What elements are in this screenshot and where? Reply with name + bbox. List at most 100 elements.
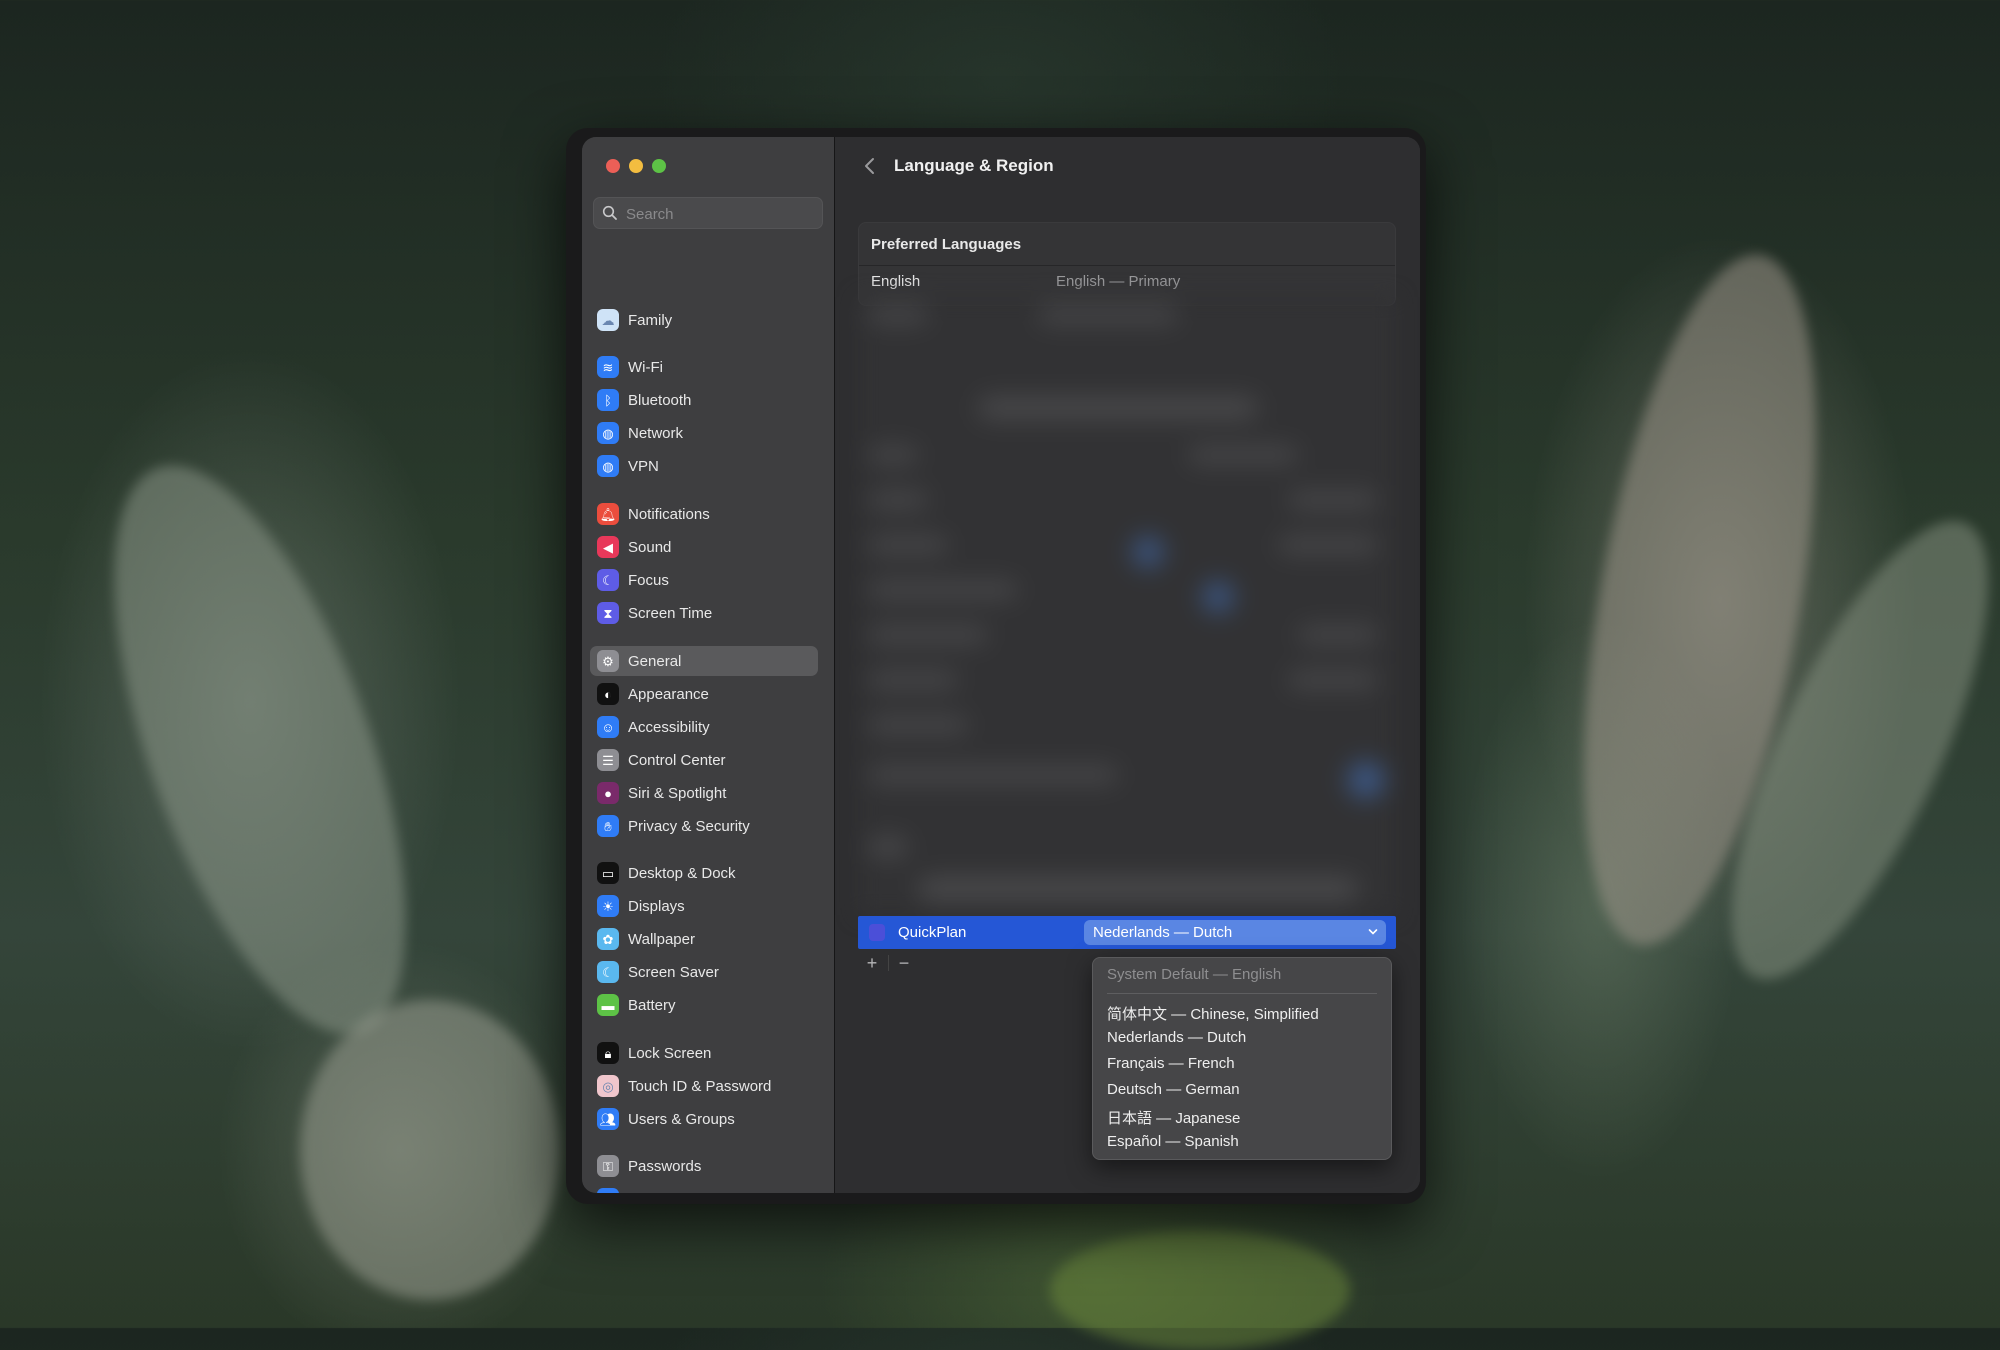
general-gear-icon: ⚙ xyxy=(597,650,619,672)
sidebar-item-label: Touch ID & Password xyxy=(628,1077,772,1095)
sidebar-item-label: Desktop & Dock xyxy=(628,864,736,882)
sidebar-item-label: Screen Time xyxy=(628,604,713,622)
sidebar-item-sound[interactable]: ◀ Sound xyxy=(590,532,818,562)
sidebar-item-touch-id-password[interactable]: ◎ Touch ID & Password xyxy=(590,1071,818,1101)
focus-moon-icon: ☾ xyxy=(597,569,619,591)
sidebar-item-notifications[interactable]: 🔔︎ Notifications xyxy=(590,499,818,529)
wallpaper-grass xyxy=(54,430,466,1070)
search-field[interactable] xyxy=(593,197,823,230)
accessibility-icon: ☺ xyxy=(597,716,619,738)
sidebar-item-users-groups[interactable]: 👥︎ Users & Groups xyxy=(590,1104,818,1134)
app-language-selected: Nederlands — Dutch xyxy=(1093,924,1233,941)
sidebar-item-label: Focus xyxy=(628,571,669,589)
blurred-content xyxy=(858,297,1396,915)
popup-item-chinese[interactable]: 简体中文 — Chinese, Simplified xyxy=(1107,1003,1319,1024)
sidebar-item-label: Accessibility xyxy=(628,718,710,736)
sidebar-item-label: Network xyxy=(628,424,684,442)
sidebar: ☁ Family ≋ Wi-Fi ᛒ Bluetooth ◍ Network ◍ VPN 🔔︎ Not… xyxy=(582,137,835,1193)
wallpaper-grass xyxy=(1050,1230,1350,1350)
sidebar-item-siri-spotlight[interactable]: ● Siri & Spotlight xyxy=(590,778,818,808)
privacy-hand-icon: ✋︎ xyxy=(597,815,619,837)
touch-id-fingerprint-icon: ◎ xyxy=(597,1075,619,1097)
divider xyxy=(859,265,1395,266)
sidebar-item-network[interactable]: ◍ Network xyxy=(590,418,818,448)
chevron-down-icon xyxy=(1368,929,1378,935)
search-input[interactable] xyxy=(624,198,818,230)
sidebar-item-label: Wallpaper xyxy=(628,930,695,948)
sidebar-item-screen-saver[interactable]: ☾ Screen Saver xyxy=(590,957,818,987)
sidebar-item-label: Lock Screen xyxy=(628,1044,712,1062)
language-name[interactable]: English xyxy=(871,273,920,290)
sidebar-item-label: Family xyxy=(628,311,673,329)
sidebar-item-label: General xyxy=(628,652,682,670)
control-center-icon: ☰ xyxy=(597,749,619,771)
app-language-row[interactable]: QuickPlan Nederlands — Dutch xyxy=(858,916,1396,949)
sidebar-item-label: Users & Groups xyxy=(628,1110,735,1128)
users-groups-icon: 👥︎ xyxy=(597,1108,619,1130)
divider xyxy=(1107,993,1377,994)
back-chevron-icon[interactable] xyxy=(859,154,881,178)
popup-item-system-default: System Default — English xyxy=(1107,966,1282,983)
sidebar-item-label: Bluetooth xyxy=(628,391,692,409)
sidebar-item-label: Wi-Fi xyxy=(628,358,663,376)
sidebar-item-privacy-security[interactable]: ✋︎ Privacy & Security xyxy=(590,811,818,841)
sidebar-item-label: Battery xyxy=(628,996,676,1014)
sidebar-item-label: Control Center xyxy=(628,751,726,769)
sidebar-item-vpn[interactable]: ◍ VPN xyxy=(590,451,818,481)
app-language-dropdown[interactable]: Nederlands — Dutch xyxy=(1084,920,1386,945)
sidebar-item-label: VPN xyxy=(628,457,659,475)
wifi-icon: ≋ xyxy=(597,356,619,378)
language-popup-menu: System Default — English 简体中文 — Chinese,… xyxy=(1092,957,1392,1160)
sidebar-item-passwords[interactable]: ⚿ Passwords xyxy=(590,1151,818,1181)
popup-item-french[interactable]: Français — French xyxy=(1107,1055,1235,1072)
divider xyxy=(888,955,889,971)
sidebar-item-lock-screen[interactable]: 🔒︎ Lock Screen xyxy=(590,1038,818,1068)
sound-speaker-icon: ◀ xyxy=(597,536,619,558)
network-globe-icon: ◍ xyxy=(597,422,619,444)
add-button[interactable]: + xyxy=(862,953,882,973)
sidebar-item-battery[interactable]: ▬ Battery xyxy=(590,990,818,1020)
popup-item-dutch[interactable]: Nederlands — Dutch xyxy=(1107,1029,1246,1046)
popup-item-spanish[interactable]: Español — Spanish xyxy=(1107,1133,1239,1150)
sidebar-item-accessibility[interactable]: ☺ Accessibility xyxy=(590,712,818,742)
sidebar-item-screen-time[interactable]: ⧗ Screen Time xyxy=(590,598,818,628)
sidebar-item-wallpaper[interactable]: ✿ Wallpaper xyxy=(590,924,818,954)
screen-saver-icon: ☾ xyxy=(597,961,619,983)
sidebar-item-label: Notifications xyxy=(628,505,710,523)
vpn-globe-icon: ◍ xyxy=(597,455,619,477)
wallpaper-grass xyxy=(300,1000,560,1300)
sidebar-item-focus[interactable]: ☾ Focus xyxy=(590,565,818,595)
sidebar-item-displays[interactable]: ☀ Displays xyxy=(590,891,818,921)
maximize-button[interactable] xyxy=(652,159,666,173)
sidebar-item-general[interactable]: ⚙ General xyxy=(590,646,818,676)
app-name: QuickPlan xyxy=(898,924,967,941)
popup-item-japanese[interactable]: 日本語 — Japanese xyxy=(1107,1107,1240,1128)
partial-item-icon xyxy=(597,1188,619,1193)
sidebar-item-bluetooth[interactable]: ᛒ Bluetooth xyxy=(590,385,818,415)
sidebar-item-appearance[interactable]: ◐ Appearance xyxy=(590,679,818,709)
sidebar-item-partial[interactable] xyxy=(590,1184,818,1193)
sidebar-item-desktop-dock[interactable]: ▭ Desktop & Dock xyxy=(590,858,818,888)
lock-screen-icon: 🔒︎ xyxy=(597,1042,619,1064)
close-button[interactable] xyxy=(606,159,620,173)
sidebar-item-label: Screen Saver xyxy=(628,963,719,981)
language-value: English — Primary xyxy=(1056,273,1181,290)
sidebar-item-label: Siri & Spotlight xyxy=(628,784,727,802)
bluetooth-icon: ᛒ xyxy=(597,389,619,411)
minimize-button[interactable] xyxy=(629,159,643,173)
notifications-bell-icon: 🔔︎ xyxy=(597,503,619,525)
page-title: Language & Region xyxy=(894,156,1054,175)
passwords-key-icon: ⚿ xyxy=(597,1155,619,1177)
sidebar-item-family[interactable]: ☁ Family xyxy=(590,305,818,335)
quickplan-app-icon xyxy=(869,924,885,941)
sidebar-item-label: Passwords xyxy=(628,1157,702,1175)
popup-item-german[interactable]: Deutsch — German xyxy=(1107,1081,1240,1098)
preferred-languages-card: Preferred Languages English English — Pr… xyxy=(858,222,1396,306)
sidebar-item-wi-fi[interactable]: ≋ Wi-Fi xyxy=(590,352,818,382)
displays-sun-icon: ☀ xyxy=(597,895,619,917)
family-icon: ☁ xyxy=(597,309,619,331)
siri-icon: ● xyxy=(597,782,619,804)
desktop-dock-icon: ▭ xyxy=(597,862,619,884)
sidebar-item-control-center[interactable]: ☰ Control Center xyxy=(590,745,818,775)
remove-button[interactable]: − xyxy=(894,953,914,973)
